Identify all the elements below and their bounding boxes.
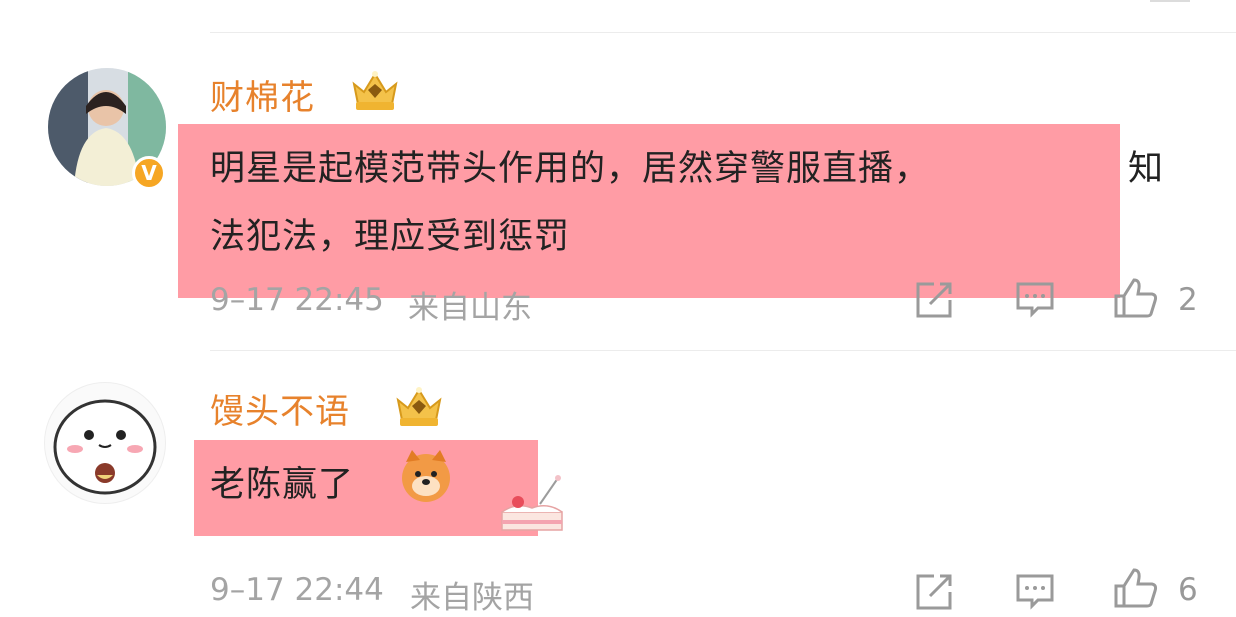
crown-badge-icon — [396, 387, 442, 426]
comment-icon[interactable] — [1014, 572, 1056, 612]
location: 来自山东 — [408, 290, 532, 326]
like-icon[interactable] — [1112, 276, 1160, 320]
comment-text: 明星是起模范带头作用的，居然穿警服直播， — [210, 149, 931, 189]
share-icon[interactable] — [914, 572, 956, 612]
comment-text-overflow: 知 — [1128, 149, 1165, 189]
comment-icon[interactable] — [1014, 280, 1056, 320]
crown-badge-icon — [352, 71, 398, 110]
location: 来自陕西 — [410, 580, 534, 616]
cake-sticker-icon — [501, 475, 563, 531]
divider-between-comments — [210, 350, 1236, 351]
verified-badge-icon: V — [132, 156, 166, 190]
share-icon[interactable] — [914, 280, 956, 320]
avatar[interactable] — [44, 382, 166, 504]
comment-text: 法犯法，理应受到惩罚 — [210, 217, 571, 257]
like-count: 2 — [1178, 282, 1198, 318]
doge-emoji-icon — [402, 450, 450, 502]
divider-top — [210, 32, 1236, 33]
avatar-cartoon — [53, 399, 157, 495]
timestamp: 9–17 22:45 — [210, 282, 384, 318]
username[interactable]: 财棉花 — [210, 70, 315, 119]
username[interactable]: 馒头不语 — [210, 384, 350, 433]
like-icon[interactable] — [1112, 566, 1160, 610]
top-edge-fragment — [1150, 0, 1190, 2]
comment-text: 老陈赢了 — [210, 465, 355, 505]
